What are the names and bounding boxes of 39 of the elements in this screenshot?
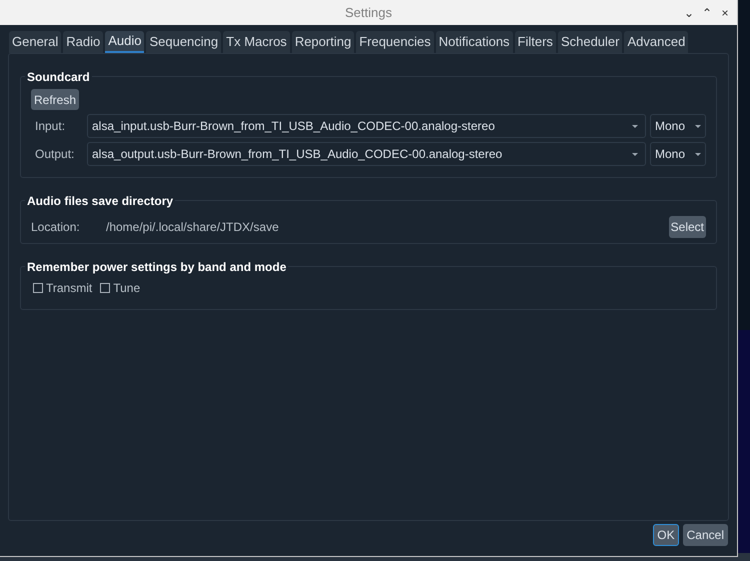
device-value: alsa_output.usb-Burr-Brown_from_TI_USB_Audio_CODEC-00.analog-stereo (92, 146, 504, 163)
tab[interactable]: Frequencies (356, 31, 434, 53)
dialog-button[interactable]: OK (653, 524, 679, 546)
select-button[interactable]: Select (668, 216, 706, 238)
channel-value: Mono (655, 118, 686, 135)
tab[interactable]: Tx Macros (223, 31, 290, 53)
tab[interactable]: Sequencing (146, 31, 222, 53)
window-title: Settings (345, 4, 392, 22)
dialog-button[interactable]: Cancel (682, 524, 728, 546)
tab[interactable]: Filters (514, 31, 556, 53)
device-label: Input: (34, 118, 66, 135)
tab[interactable]: Audio (105, 31, 144, 53)
tab[interactable]: Radio (63, 31, 104, 53)
minimize-button[interactable]: ⌄ (683, 6, 695, 18)
checkbox[interactable] (33, 283, 43, 293)
device-label: Output: (34, 146, 76, 163)
caret-icon (632, 152, 638, 156)
tab[interactable]: Scheduler (558, 31, 622, 53)
tab[interactable]: General (9, 31, 62, 53)
checkbox[interactable] (100, 283, 110, 293)
location-path: /home/pi/.local/share/JTDX/save (106, 218, 280, 236)
channel-dropdown[interactable]: Mono (650, 114, 706, 138)
caret-icon (632, 124, 638, 128)
checkbox-option[interactable]: Tune (100, 279, 140, 297)
caret-icon (695, 152, 701, 156)
device-dropdown[interactable]: alsa_input.usb-Burr-Brown_from_TI_USB_Audio_CODEC-00.analog-stereo (87, 114, 646, 138)
device-value: alsa_input.usb-Burr-Brown_from_TI_USB_Audio_CODEC-00.analog-stereo (92, 118, 496, 135)
refresh-button[interactable]: Refresh (31, 89, 80, 110)
close-button[interactable]: × (719, 6, 731, 18)
checkbox-option[interactable]: Transmit (33, 279, 92, 297)
tab[interactable]: Notifications (436, 31, 513, 53)
maximize-button[interactable]: ⌃ (701, 6, 713, 18)
tab[interactable]: Advanced (624, 31, 688, 53)
caret-icon (695, 124, 701, 128)
device-dropdown[interactable]: alsa_output.usb-Burr-Brown_from_TI_USB_Audio_CODEC-00.analog-stereo (87, 142, 646, 166)
tab[interactable]: Reporting (292, 31, 354, 53)
location-label: Location: (31, 218, 81, 236)
channel-value: Mono (655, 146, 686, 163)
channel-dropdown[interactable]: Mono (650, 142, 706, 166)
